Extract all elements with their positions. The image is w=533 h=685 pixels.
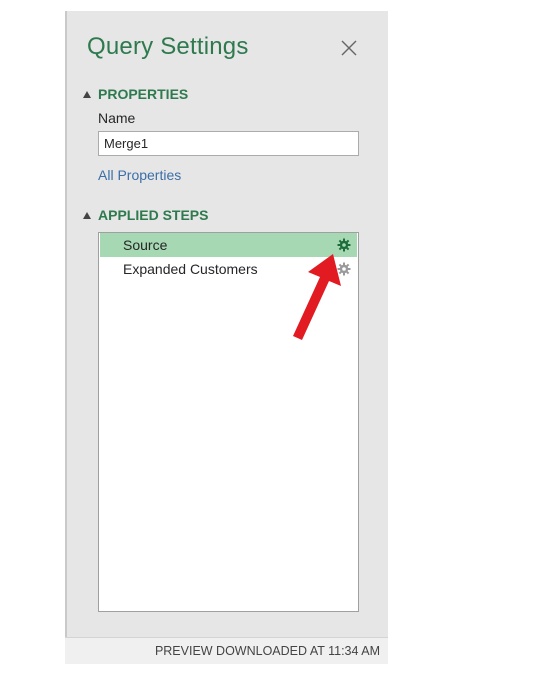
name-field[interactable] [98, 131, 359, 156]
properties-heading: PROPERTIES [98, 86, 189, 102]
annotation-arrow-icon [293, 254, 341, 340]
all-properties-link[interactable]: All Properties [98, 167, 181, 183]
step-label: Source [123, 237, 168, 253]
status-bar: PREVIEW DOWNLOADED AT 11:34 AM [65, 637, 388, 664]
close-button[interactable] [339, 38, 359, 58]
pane-splitter[interactable] [65, 11, 67, 637]
applied-steps-section-toggle[interactable]: APPLIED STEPS [83, 207, 208, 223]
name-label: Name [98, 110, 136, 126]
applied-steps-heading: APPLIED STEPS [98, 207, 209, 223]
status-text: PREVIEW DOWNLOADED AT 11:34 AM [154, 644, 380, 658]
pane-title: Query Settings [87, 33, 249, 60]
close-icon [341, 40, 357, 56]
step-label: Expanded Customers [123, 261, 258, 277]
collapse-triangle-icon [83, 211, 91, 219]
gear-icon[interactable] [337, 238, 351, 252]
collapse-triangle-icon [83, 90, 91, 98]
properties-section-toggle[interactable]: PROPERTIES [83, 86, 188, 102]
